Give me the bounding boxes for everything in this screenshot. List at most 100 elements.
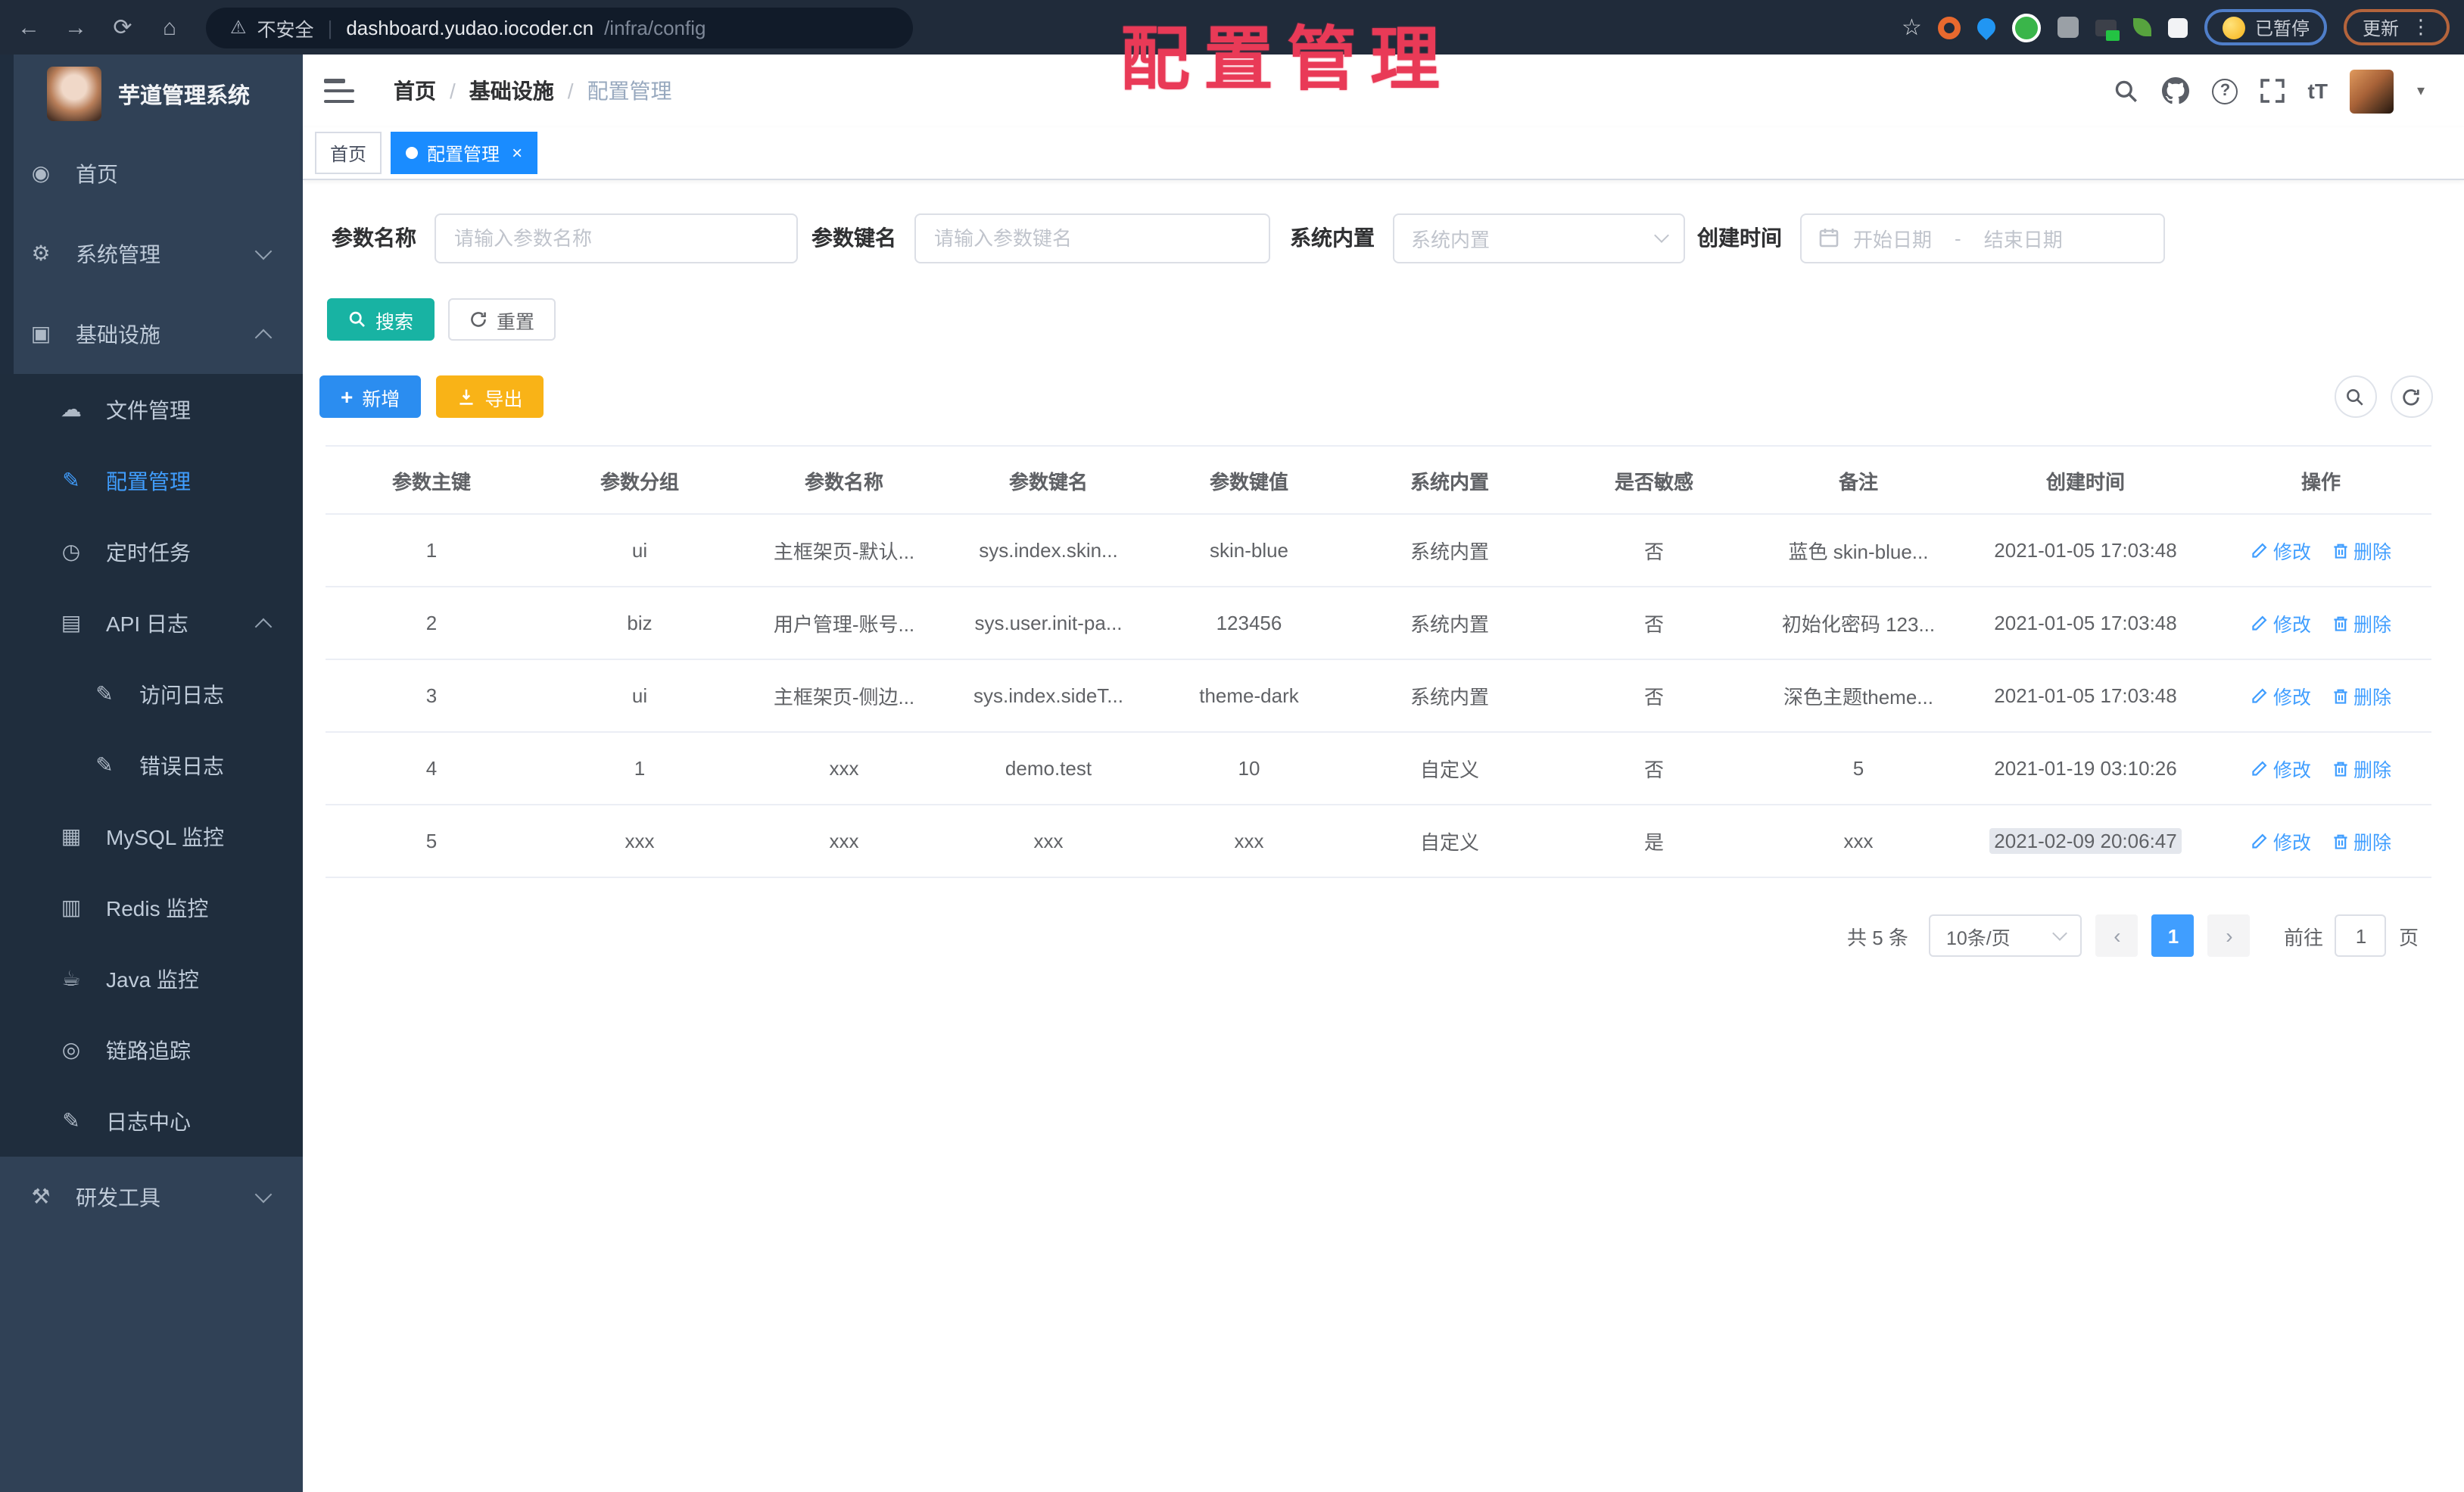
sidebar-item-access-log[interactable]: ✎ 访问日志 xyxy=(0,659,303,730)
close-icon[interactable]: × xyxy=(512,144,522,162)
browser-reload-button[interactable]: ⟳ xyxy=(104,9,141,45)
breadcrumb-item[interactable]: 首页 xyxy=(394,76,436,106)
browser-home-button[interactable]: ⌂ xyxy=(151,9,188,45)
browser-update-button[interactable]: 更新 ⋮ xyxy=(2344,9,2449,45)
search-button[interactable]: 搜索 xyxy=(327,298,435,341)
sidebar-item-infra[interactable]: ▣ 基础设施 xyxy=(0,294,303,374)
avatar[interactable] xyxy=(2350,69,2394,113)
edit-link[interactable]: 修改 xyxy=(2251,754,2311,783)
date-range-picker[interactable]: 开始日期 - 结束日期 xyxy=(1800,213,2165,263)
delete-link[interactable]: 删除 xyxy=(2331,754,2391,783)
sidebar-menu: ◉ 首页 ⚙ 系统管理 ▣ 基础设施 ☁ 文件管理 ✎ 配置管理 ◷ 定时任务 ▤ API 日志 ✎ 访问日志… xyxy=(0,133,303,1237)
delete-link[interactable]: 删除 xyxy=(2331,681,2391,710)
page-size-select[interactable]: 10条/页 xyxy=(1929,914,2082,957)
selected-text: 2021-02-09 20:06:47 xyxy=(1989,828,2182,854)
tab-配置管理[interactable]: 配置管理 × xyxy=(391,132,538,174)
cell: demo.test xyxy=(946,732,1151,805)
filter-type-label: 系统内置 xyxy=(1290,226,1375,250)
edit-link[interactable]: 修改 xyxy=(2251,609,2311,637)
param-key-input[interactable] xyxy=(914,213,1270,263)
refresh-button[interactable] xyxy=(2390,375,2432,418)
app-logo[interactable]: 芋道管理系统 xyxy=(0,55,303,133)
font-size-icon[interactable]: tT xyxy=(2308,79,2328,103)
breadcrumb-item[interactable]: 基础设施 xyxy=(469,76,554,106)
builtin-select[interactable]: 系统内置 xyxy=(1393,213,1685,263)
chevron-down-icon[interactable]: ▾ xyxy=(2417,83,2425,99)
prev-page-button[interactable]: ‹ xyxy=(2095,914,2138,957)
sidebar-item-error-log[interactable]: ✎ 错误日志 xyxy=(0,730,303,801)
coffee-icon: ☕ xyxy=(61,966,81,990)
page-title-stamp: 配置管理 xyxy=(1120,20,1453,98)
sidebar-item-redis[interactable]: ▥ Redis 监控 xyxy=(0,872,303,943)
cell: 2021-01-05 17:03:48 xyxy=(1961,659,2210,733)
sidebar-item-java[interactable]: ☕ Java 监控 xyxy=(0,943,303,1014)
edit-link[interactable]: 修改 xyxy=(2251,681,2311,710)
toggle-search-button[interactable] xyxy=(2334,375,2376,418)
search-icon[interactable] xyxy=(2114,78,2140,104)
action-label: 删除 xyxy=(2353,760,2392,781)
sidebar-item-log-center[interactable]: ✎ 日志中心 xyxy=(0,1086,303,1157)
extensions-puzzle-icon[interactable] xyxy=(2168,17,2188,37)
extension-on-badge-icon[interactable] xyxy=(2095,19,2120,40)
fullscreen-icon[interactable] xyxy=(2260,79,2285,103)
extension-gray-icon[interactable] xyxy=(2057,17,2079,38)
delete-link[interactable]: 删除 xyxy=(2331,827,2391,855)
sidebar-item-home[interactable]: ◉ 首页 xyxy=(0,133,303,213)
export-button[interactable]: 导出 xyxy=(436,375,544,418)
sidebar-toggle-icon[interactable] xyxy=(324,79,354,103)
page-1-button[interactable]: 1 xyxy=(2151,914,2195,957)
extension-pin-icon[interactable] xyxy=(1973,14,2000,40)
dashboard-icon: ◉ xyxy=(31,160,51,185)
breadcrumb-item[interactable]: 配置管理 xyxy=(587,76,672,106)
cell: 2021-01-05 17:03:48 xyxy=(1961,587,2210,660)
cell: 123456 xyxy=(1151,587,1347,660)
sidebar-item-file[interactable]: ☁ 文件管理 xyxy=(0,374,303,445)
sidebar-item-system[interactable]: ⚙ 系统管理 xyxy=(0,213,303,294)
param-name-input[interactable] xyxy=(435,213,798,263)
logo-image xyxy=(47,67,101,121)
url-divider: | xyxy=(327,16,333,39)
paused-label: 已暂停 xyxy=(2254,17,2310,39)
edit-note-icon: ✎ xyxy=(62,1108,80,1132)
delete-link[interactable]: 删除 xyxy=(2331,609,2391,637)
edit-link[interactable]: 修改 xyxy=(2251,536,2311,565)
table-row: 1 ui 主框架页-默认... sys.index.skin... skin-blue 系… xyxy=(326,514,2431,587)
date-end-placeholder: 结束日期 xyxy=(1983,228,2063,251)
sidebar-item-label: 首页 xyxy=(76,161,118,185)
extension-green-icon[interactable] xyxy=(2012,13,2042,42)
config-table: 参数主键 参数分组 参数名称 参数键名 参数键值 系统内置 是否敏感 备注 创建时间 操作 1 ui… xyxy=(326,445,2431,878)
chevron-down-icon xyxy=(2053,926,2068,941)
sidebar-item-api-log[interactable]: ▤ API 日志 xyxy=(0,587,303,659)
help-icon[interactable]: ? xyxy=(2212,78,2238,104)
actions-cell: 修改 删除 xyxy=(2210,659,2431,733)
sidebar-item-job[interactable]: ◷ 定时任务 xyxy=(0,516,303,587)
cell: xxx xyxy=(537,805,742,878)
edit-link[interactable]: 修改 xyxy=(2251,827,2311,855)
column-header: 操作 xyxy=(2210,446,2431,515)
cell: 2021-02-09 20:06:47 xyxy=(1961,805,2210,878)
cell: 2 xyxy=(326,587,537,660)
tab-首页[interactable]: 首页 xyxy=(315,132,382,174)
delete-link[interactable]: 删除 xyxy=(2331,536,2391,565)
action-label: 删除 xyxy=(2353,833,2392,854)
profile-paused-chip[interactable]: 已暂停 xyxy=(2204,9,2328,45)
browser-forward-button[interactable]: → xyxy=(58,9,94,45)
add-button[interactable]: + 新增 xyxy=(319,375,422,418)
url-path: /infra/config xyxy=(604,16,706,39)
delete-icon xyxy=(2331,541,2349,559)
cell: 系统内置 xyxy=(1347,587,1552,660)
bookmark-star-icon[interactable]: ☆ xyxy=(1902,14,1922,41)
next-page-button[interactable]: › xyxy=(2207,914,2251,957)
browser-back-button[interactable]: ← xyxy=(11,9,47,45)
sidebar-item-trace[interactable]: ◎ 链路追踪 xyxy=(0,1014,303,1086)
reset-button[interactable]: 重置 xyxy=(448,298,556,341)
address-bar[interactable]: ⚠ 不安全 | dashboard.yudao.iocoder.cn/infra… xyxy=(206,7,913,48)
sidebar-item-mysql[interactable]: ▦ MySQL 监控 xyxy=(0,801,303,872)
sidebar-item-config[interactable]: ✎ 配置管理 xyxy=(0,445,303,516)
sidebar-item-dev-tools[interactable]: ⚒ 研发工具 xyxy=(0,1157,303,1237)
extension-orange-icon[interactable] xyxy=(1938,16,1961,39)
goto-page-input[interactable] xyxy=(2335,914,2387,957)
extension-leaf-icon[interactable] xyxy=(2133,18,2152,36)
browser-menu-icon[interactable]: ⋮ xyxy=(2411,15,2431,39)
github-icon[interactable] xyxy=(2162,77,2190,104)
